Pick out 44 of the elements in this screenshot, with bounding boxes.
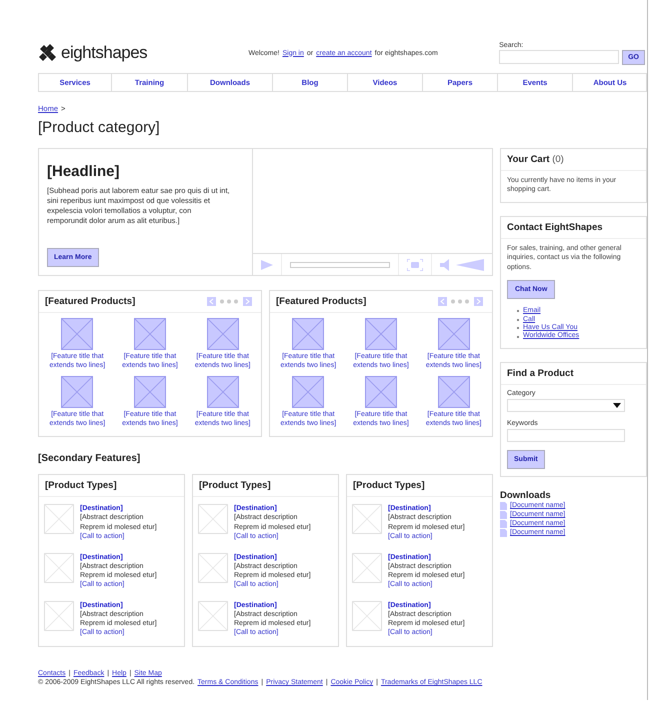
image-placeholder-icon xyxy=(352,601,382,632)
image-placeholder-icon xyxy=(198,504,228,534)
image-placeholder-icon xyxy=(292,376,324,408)
image-placeholder-icon xyxy=(134,318,166,350)
cart-title: Your Cart (0) xyxy=(507,154,565,165)
contact-title: Contact EightShapes xyxy=(507,222,604,233)
image-placeholder-icon xyxy=(364,376,397,408)
logo-text: eightshapes xyxy=(61,43,148,63)
image-placeholder-icon xyxy=(44,601,74,632)
pager-icon[interactable] xyxy=(438,297,486,306)
image-placeholder-icon xyxy=(44,504,74,534)
panel-title: [Product Types] xyxy=(45,480,118,492)
image-placeholder-icon xyxy=(198,601,228,632)
fullscreen-icon[interactable] xyxy=(407,258,423,270)
section-title: [Secondary Features] xyxy=(38,453,142,464)
image-placeholder-icon xyxy=(438,376,470,408)
headline: [Headline] xyxy=(47,163,121,180)
image-placeholder-icon xyxy=(44,552,74,583)
image-placeholder-icon xyxy=(198,552,228,583)
find-title: Find a Product xyxy=(507,368,574,379)
image-placeholder-icon xyxy=(206,376,239,408)
panel-title: [Product Types] xyxy=(353,480,426,492)
image-placeholder-icon xyxy=(61,318,94,350)
progress-track[interactable] xyxy=(290,262,390,268)
image-placeholder-icon xyxy=(364,318,397,350)
play-icon[interactable] xyxy=(261,260,273,270)
panel-title: [Featured Products] xyxy=(45,296,136,307)
image-placeholder-icon xyxy=(438,318,470,350)
dropdown-icon[interactable] xyxy=(613,402,621,408)
logo-icon xyxy=(38,44,58,62)
page-title: [Product category] xyxy=(38,119,161,136)
image-placeholder-icon xyxy=(206,318,239,350)
panel-title: [Featured Products] xyxy=(276,296,366,307)
downloads-title: Downloads xyxy=(500,490,552,501)
image-placeholder-icon xyxy=(292,318,324,350)
image-placeholder-icon xyxy=(61,376,94,408)
pager-icon[interactable] xyxy=(207,297,255,306)
image-placeholder-icon xyxy=(352,504,382,534)
search-field[interactable] xyxy=(499,50,620,64)
image-placeholder-icon xyxy=(352,552,382,583)
panel-title: [Product Types] xyxy=(199,480,272,492)
volume-icon[interactable] xyxy=(440,258,484,270)
image-placeholder-icon xyxy=(134,376,166,408)
keywords-field[interactable] xyxy=(507,428,625,442)
